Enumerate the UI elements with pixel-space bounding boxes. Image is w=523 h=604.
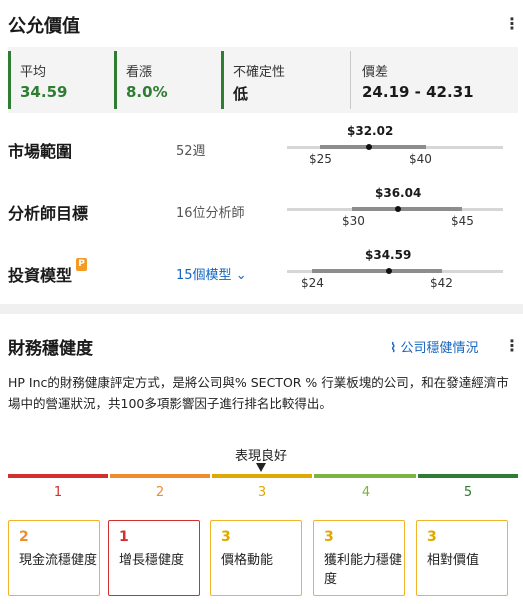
scale-segment-5 (418, 474, 518, 478)
score-value: 2 (19, 529, 29, 545)
metric-value: 24.19 - 42.31 (362, 83, 474, 101)
performance-label: 表現良好 (235, 449, 288, 464)
financial-health-card: 財務穩健度 ⌇ 公司穩健情況 ⋮ HP Inc的財務健康評定方式，是將公司與% … (0, 314, 523, 604)
score-card-profitability[interactable]: 3 獲利能力穩健度 (313, 520, 405, 596)
market-range-bar: $32.02 $25 $40 (287, 122, 503, 182)
metric-accent-bar (8, 51, 11, 109)
market-range-sub: 52週 (176, 144, 206, 159)
range-high-label: $40 (409, 152, 432, 166)
score-name: 現金流穩健度 (19, 553, 98, 568)
metric-accent-bar (114, 51, 117, 109)
range-marker (366, 144, 372, 150)
range-low-label: $24 (301, 276, 324, 290)
scale-number-3: 3 (257, 485, 267, 500)
score-value: 3 (324, 529, 334, 545)
range-fill (352, 207, 462, 211)
metric-upside: 看漲 8.0% (114, 47, 222, 113)
company-health-link[interactable]: ⌇ 公司穩健情況 (390, 337, 479, 356)
scale-number-5: 5 (463, 485, 473, 500)
more-options-icon[interactable]: ⋮ (504, 14, 520, 33)
models-dropdown-label: 15個模型 (176, 268, 232, 283)
range-current-value: $36.04 (375, 186, 422, 200)
fair-value-title: 公允價值 (8, 16, 80, 37)
scale-segment-4 (314, 474, 416, 478)
performance-pointer-icon (256, 463, 266, 472)
score-value: 1 (119, 529, 129, 545)
models-dropdown[interactable]: 15個模型 ⌄ (176, 264, 247, 283)
range-fill (320, 145, 426, 149)
analyst-target-label: 分析師目標 (8, 204, 89, 223)
financial-health-description: HP Inc的財務健康評定方式，是將公司與% SECTOR % 行業板塊的公司，… (8, 375, 509, 411)
analyst-target-sub: 16位分析師 (176, 206, 245, 221)
range-high-label: $45 (451, 214, 474, 228)
range-high-label: $42 (430, 276, 453, 290)
scale-number-2: 2 (155, 485, 165, 500)
range-marker (395, 206, 401, 212)
more-options-icon[interactable]: ⋮ (504, 336, 520, 355)
score-name: 價格動能 (221, 553, 274, 568)
metric-value: 8.0% (126, 83, 168, 101)
metric-value: 34.59 (20, 83, 68, 101)
metric-range: 價差 24.19 - 42.31 (350, 47, 518, 113)
chevron-down-icon: ⌄ (235, 268, 247, 283)
metric-label: 不確定性 (233, 65, 286, 80)
fair-value-metrics: 平均 34.59 看漲 8.0% 不確定性 低 價差 24.19 - 42.31 (8, 47, 518, 113)
pulse-icon: ⌇ (390, 341, 397, 356)
score-name: 獲利能力穩健度 (324, 553, 403, 587)
company-health-link-label: 公司穩健情況 (400, 341, 479, 356)
range-low-label: $30 (342, 214, 365, 228)
analyst-target-bar: $36.04 $30 $45 (287, 184, 503, 244)
investment-models-label: 投資模型P (8, 258, 88, 286)
score-value: 3 (427, 529, 437, 545)
scale-segment-1 (8, 474, 108, 478)
scale-segment-2 (110, 474, 210, 478)
score-card-cash-flow[interactable]: 2 現金流穩健度 (8, 520, 100, 596)
investment-models-bar: $34.59 $24 $42 (287, 246, 503, 306)
range-marker (386, 268, 392, 274)
investment-models-text: 投資模型 (8, 266, 73, 285)
score-card-price-momentum[interactable]: 3 價格動能 (210, 520, 302, 596)
metric-divider (350, 51, 351, 109)
market-range-label: 市場範圍 (8, 142, 73, 161)
scale-segment-3 (212, 474, 312, 478)
scale-number-1: 1 (53, 485, 63, 500)
metric-label: 平均 (20, 65, 47, 80)
financial-health-title: 財務穩健度 (8, 339, 93, 359)
metric-value: 低 (233, 85, 249, 103)
metric-accent-bar (221, 51, 224, 109)
range-current-value: $32.02 (347, 124, 394, 138)
score-card-relative-value[interactable]: 3 相對價值 (416, 520, 508, 596)
metric-label: 看漲 (126, 65, 153, 80)
range-low-label: $25 (309, 152, 332, 166)
metric-uncertainty: 不確定性 低 (221, 47, 347, 113)
range-fill (312, 269, 442, 273)
score-card-growth[interactable]: 1 增長穩健度 (108, 520, 200, 596)
metric-average: 平均 34.59 (8, 47, 112, 113)
score-value: 3 (221, 529, 231, 545)
pro-badge-icon: P (76, 258, 88, 271)
scale-number-4: 4 (361, 485, 371, 500)
score-name: 增長穩健度 (119, 553, 185, 568)
metric-label: 價差 (362, 65, 389, 80)
score-name: 相對價值 (427, 553, 480, 568)
range-current-value: $34.59 (365, 248, 412, 262)
fair-value-card: 公允價值 ⋮ 平均 34.59 看漲 8.0% 不確定性 低 價差 24.19 … (0, 0, 523, 304)
